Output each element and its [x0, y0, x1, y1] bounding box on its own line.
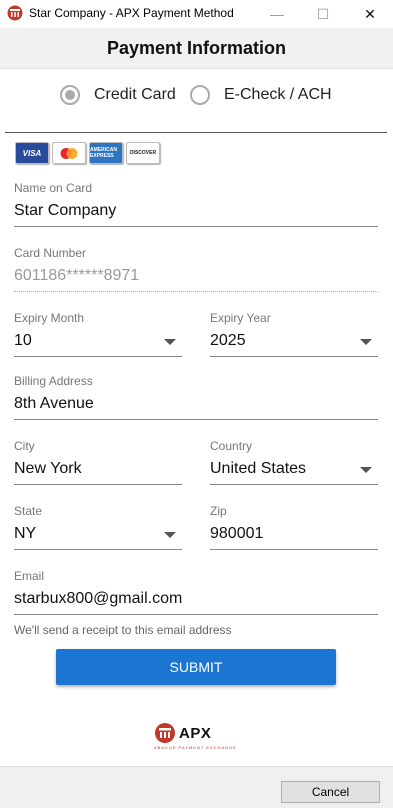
- apx-logo-icon: [155, 723, 175, 743]
- zip-label: Zip: [210, 504, 227, 518]
- billing-address-field[interactable]: Billing Address 8th Avenue: [14, 374, 378, 422]
- name-on-card-input[interactable]: Star Company: [14, 202, 116, 220]
- close-button[interactable]: ✕: [347, 0, 393, 28]
- zip-underline: [210, 549, 378, 550]
- zip-field[interactable]: Zip 980001: [210, 504, 378, 552]
- discover-logo: DISCOVER: [126, 142, 160, 164]
- country-label: Country: [210, 439, 253, 453]
- radio-credit-card-icon[interactable]: [60, 85, 80, 105]
- country-value[interactable]: United States: [210, 460, 306, 478]
- email-input[interactable]: starbux800@gmail.com: [14, 590, 182, 608]
- country-underline: [210, 484, 378, 485]
- expiry-month-select[interactable]: Expiry Month 10: [14, 311, 182, 359]
- window-titlebar: Star Company - APX Payment Method — ☐ ✕: [0, 0, 393, 28]
- mastercard-icon: [60, 147, 78, 159]
- email-underline: [14, 614, 378, 615]
- radio-credit-card[interactable]: Credit Card: [60, 82, 176, 108]
- state-underline: [14, 549, 182, 550]
- maximize-button[interactable]: ☐: [300, 0, 346, 28]
- footer-bar: Cancel: [0, 766, 393, 808]
- card-logos: VISA AMERICAN EXPRESS DISCOVER: [15, 142, 160, 164]
- divider: [5, 132, 387, 133]
- expiry-year-underline: [210, 356, 378, 357]
- expiry-year-select[interactable]: Expiry Year 2025: [210, 311, 378, 359]
- state-value[interactable]: NY: [14, 525, 36, 543]
- billing-address-input[interactable]: 8th Avenue: [14, 395, 94, 413]
- city-label: City: [14, 439, 35, 453]
- chevron-down-icon[interactable]: [360, 339, 372, 345]
- apx-logo-text: APX: [179, 724, 212, 742]
- city-input[interactable]: New York: [14, 460, 82, 478]
- apx-logo: APX: [154, 722, 211, 744]
- minimize-button[interactable]: —: [254, 0, 300, 28]
- state-label: State: [14, 504, 43, 518]
- billing-address-label: Billing Address: [14, 374, 93, 388]
- chevron-down-icon[interactable]: [360, 467, 372, 473]
- billing-address-underline: [14, 419, 378, 420]
- city-underline: [14, 484, 182, 485]
- card-number-field: Card Number 601186******8971: [14, 246, 378, 294]
- amex-logo: AMERICAN EXPRESS: [89, 142, 123, 164]
- expiry-year-value[interactable]: 2025: [210, 332, 246, 350]
- email-field[interactable]: Email starbux800@gmail.com: [14, 569, 378, 617]
- card-number-label: Card Number: [14, 246, 87, 260]
- chevron-down-icon[interactable]: [164, 532, 176, 538]
- radio-echeck[interactable]: E-Check / ACH: [190, 82, 332, 108]
- radio-echeck-label[interactable]: E-Check / ACH: [224, 86, 332, 104]
- chevron-down-icon[interactable]: [164, 339, 176, 345]
- email-helper-text: We'll send a receipt to this email addre…: [14, 623, 232, 637]
- page-header: Payment Information: [0, 28, 393, 69]
- mastercard-logo: [52, 142, 86, 164]
- expiry-month-underline: [14, 356, 182, 357]
- radio-echeck-icon[interactable]: [190, 85, 210, 105]
- country-select[interactable]: Country United States: [210, 439, 378, 487]
- city-field[interactable]: City New York: [14, 439, 182, 487]
- expiry-month-value[interactable]: 10: [14, 332, 32, 350]
- state-select[interactable]: State NY: [14, 504, 182, 552]
- app-icon: [7, 5, 23, 21]
- name-on-card-underline: [14, 226, 378, 227]
- email-label: Email: [14, 569, 45, 583]
- window-title: Star Company - APX Payment Method: [29, 6, 234, 20]
- expiry-month-label: Expiry Month: [14, 311, 85, 325]
- page-title: Payment Information: [106, 37, 287, 58]
- name-on-card-field[interactable]: Name on Card Star Company: [14, 181, 378, 229]
- apx-logo-subtitle: ABACUS PAYMENT EXCHANGE: [154, 745, 237, 750]
- card-number-input: 601186******8971: [14, 267, 140, 284]
- cancel-button[interactable]: Cancel: [281, 781, 380, 803]
- zip-input[interactable]: 980001: [210, 525, 263, 543]
- expiry-year-label: Expiry Year: [210, 311, 271, 325]
- name-on-card-label: Name on Card: [14, 181, 93, 195]
- submit-button[interactable]: SUBMIT: [56, 649, 336, 685]
- radio-credit-card-label[interactable]: Credit Card: [94, 86, 176, 104]
- card-number-underline: [14, 291, 378, 292]
- visa-logo: VISA: [15, 142, 49, 164]
